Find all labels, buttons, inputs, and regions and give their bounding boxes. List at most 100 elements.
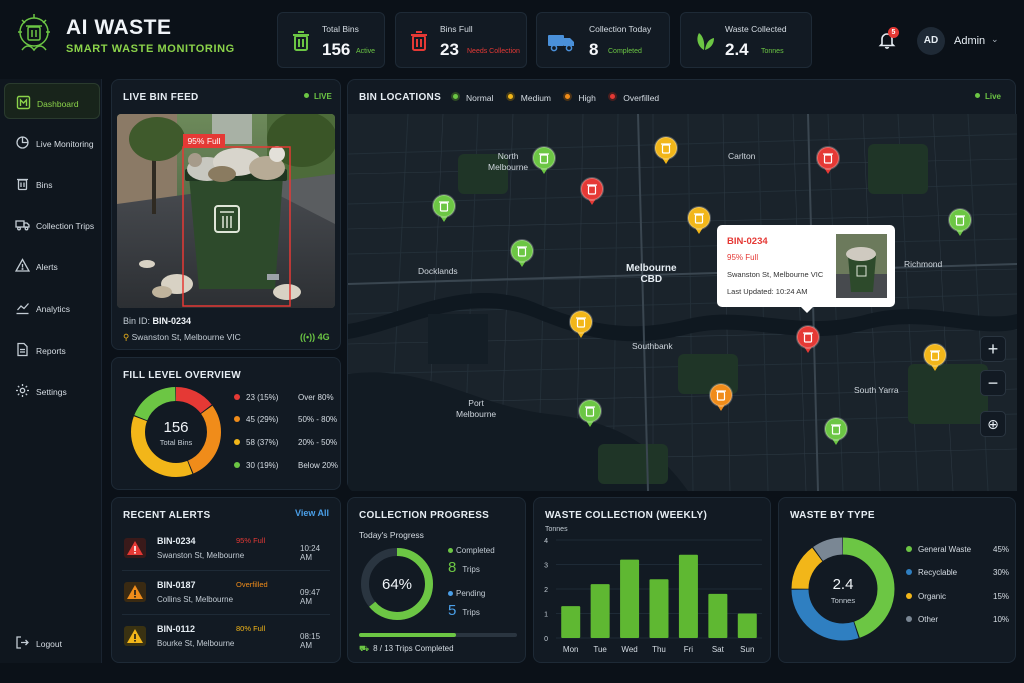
legend-label: High — [578, 93, 596, 103]
sidebar: Dashboard Live Monitoring Bins Collectio… — [0, 79, 102, 663]
avatar[interactable]: AD — [917, 27, 945, 55]
sidebar-item-label: Live Monitoring — [36, 139, 94, 149]
sidebar-item-label: Dashboard — [37, 99, 79, 109]
trips-footer-text: 8 / 13 Trips Completed — [373, 644, 454, 653]
type-pct: 10% — [993, 615, 1010, 624]
donut-total-label: Total Bins — [159, 438, 193, 447]
type-pct: 30% — [993, 568, 1010, 577]
fill-range: Below 20% — [298, 461, 339, 470]
bin-id-row: Bin ID: BIN-0234 — [123, 316, 191, 326]
stat-label: Bins Full — [440, 24, 473, 34]
x-tick-label: Wed — [621, 645, 637, 654]
dashboard-icon — [16, 95, 31, 110]
place-docklands: Docklands — [418, 266, 458, 276]
target-icon: ⊕ — [987, 416, 999, 432]
progress-subtitle: Today's Progress — [359, 530, 424, 540]
sidebar-item-settings[interactable]: Settings — [4, 372, 100, 408]
sidebar-item-label: Reports — [36, 346, 66, 356]
alert-bin-id: BIN-0187 — [157, 580, 196, 590]
y-tick-label: 1 — [544, 612, 548, 619]
panel-title: COLLECTION PROGRESS — [359, 510, 490, 521]
divider — [122, 570, 330, 571]
signal-label: 4G — [317, 332, 330, 342]
sidebar-item-label: Collection Trips — [36, 221, 95, 231]
pending-value: 5 — [448, 602, 457, 619]
alert-item[interactable]: BIN-0187 Collins St, Melbourne Overfille… — [122, 574, 332, 614]
bin-camera-image[interactable]: 95% Full — [117, 114, 335, 308]
trips-unit: Trips — [462, 565, 480, 574]
sidebar-item-bins[interactable]: Bins — [4, 165, 100, 201]
panel-title: WASTE BY TYPE — [790, 510, 875, 521]
completed-row: 8 Trips — [448, 559, 480, 576]
brand-title: AI WASTE — [66, 16, 172, 39]
place-name-line: Melbourne — [626, 263, 677, 274]
signal-icon: ((•)) — [300, 332, 316, 342]
locate-button[interactable]: ⊕ — [980, 411, 1006, 437]
bin-pin — [654, 136, 678, 164]
alert-time: 09:47 AM — [300, 588, 321, 606]
stat-collection-today[interactable]: Collection Today 8 Completed — [536, 12, 670, 68]
alert-item[interactable]: BIN-0234 Swanston St, Melbourne 95% Full… — [122, 530, 332, 570]
sidebar-item-collection-trips[interactable]: Collection Trips — [4, 206, 100, 242]
chevron-down-icon[interactable]: ⌄ — [991, 34, 999, 45]
alert-status: 95% Full — [236, 536, 266, 545]
place-name-line: Port — [468, 398, 484, 408]
trash-icon — [411, 31, 427, 51]
zoom-in-button[interactable]: + — [980, 336, 1006, 362]
bin-pin — [687, 206, 711, 234]
alert-time: 10:24 AM — [300, 544, 321, 562]
bar-sat — [708, 593, 728, 638]
place-name-line: Melbourne — [456, 409, 497, 419]
bin-location: Swanston St, Melbourne VIC — [131, 332, 241, 342]
recent-alerts-panel: RECENT ALERTS View All BIN-0234 Swanston… — [111, 497, 341, 663]
bin-pin — [816, 146, 840, 174]
completed-label-row: Completed — [448, 546, 495, 555]
collection-progress-panel: COLLECTION PROGRESS Today's Progress 64%… — [347, 497, 526, 663]
fill-count: 30 (19%) — [246, 461, 279, 470]
sidebar-item-alerts[interactable]: Alerts — [4, 247, 100, 283]
legend-dot — [234, 462, 240, 468]
bar-wed — [620, 559, 640, 638]
type-label: Other — [918, 615, 939, 624]
sidebar-item-live-monitoring[interactable]: Live Monitoring — [4, 124, 100, 160]
fill-level-panel: FILL LEVEL OVERVIEW 156 Total Bins 23 (1… — [111, 357, 341, 490]
progress-fill — [359, 633, 457, 637]
analytics-icon — [16, 303, 29, 315]
fill-range: Over 80% — [298, 393, 334, 402]
alert-item[interactable]: BIN-0112 Bourke St, Melbourne 80% Full 0… — [122, 618, 332, 658]
place-carlton: Carlton — [728, 151, 756, 161]
place-richmond: Richmond — [904, 259, 943, 269]
logout-button[interactable]: Logout — [4, 624, 100, 660]
popup-updated: Last Updated: 10:24 AM — [727, 287, 808, 296]
stat-waste-collected[interactable]: Waste Collected 2.4 Tonnes — [680, 12, 812, 68]
sidebar-item-analytics[interactable]: Analytics — [4, 289, 100, 325]
pending-label: Pending — [456, 589, 486, 598]
x-tick-label: Sun — [740, 645, 754, 654]
sidebar-item-reports[interactable]: Reports — [4, 331, 100, 367]
live-bin-feed-panel: LIVE BIN FEED LIVE 95% Full Bin ID: BIN-… — [111, 79, 341, 350]
legend-dot — [448, 591, 453, 596]
location-pin-icon: ⚲ — [123, 332, 130, 342]
legend-dot — [448, 548, 453, 553]
donut-total: 156 — [163, 419, 189, 436]
panel-title: FILL LEVEL OVERVIEW — [123, 370, 241, 381]
place-port-melbourne: Port Melbourne — [456, 398, 496, 420]
sidebar-item-dashboard[interactable]: Dashboard — [4, 83, 100, 119]
stat-bins-full[interactable]: Bins Full 23 Needs Collection — [395, 12, 527, 68]
y-tick-label: 0 — [544, 636, 548, 643]
fill-range: 20% - 50% — [298, 438, 338, 447]
zoom-out-button[interactable]: − — [980, 370, 1006, 396]
brand-subtitle: SMART WASTE MONITORING — [66, 43, 235, 55]
bin-pin — [923, 343, 947, 371]
place-southbank: Southbank — [632, 341, 673, 351]
view-all-link[interactable]: View All — [295, 508, 329, 518]
sidebar-item-label: Bins — [36, 180, 53, 190]
bin-pin — [569, 310, 593, 338]
bin-popup[interactable]: BIN-0234 95% Full Swanston St, Melbourne… — [717, 225, 895, 313]
trips-unit: Trips — [462, 608, 480, 617]
fill-count: 23 (15%) — [246, 393, 279, 402]
stat-total-bins[interactable]: Total Bins 156 Active — [277, 12, 385, 68]
fill-row: 45 (29%) 50% - 80% — [234, 415, 337, 424]
bin-id-label: Bin ID: — [123, 316, 151, 326]
user-name[interactable]: Admin — [954, 35, 985, 47]
